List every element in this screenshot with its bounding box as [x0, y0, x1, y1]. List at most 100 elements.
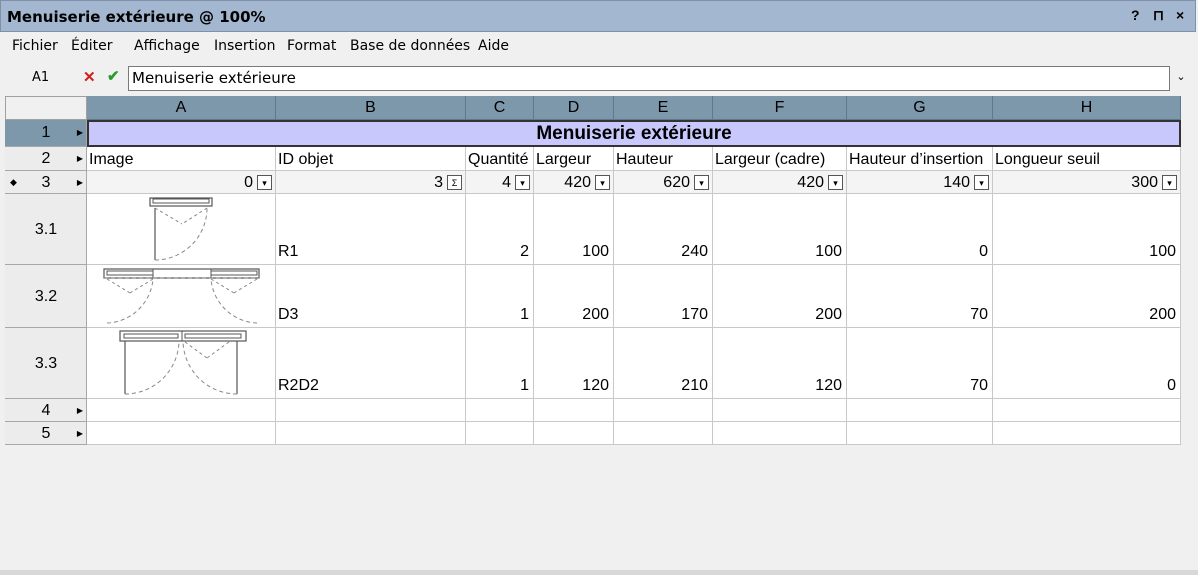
- sheet-title[interactable]: Menuiserie extérieure: [87, 120, 1181, 147]
- header-cell[interactable]: Hauteur d’insertion: [847, 147, 993, 171]
- table-cell[interactable]: 2: [466, 194, 534, 265]
- header-cell[interactable]: Image: [87, 147, 276, 171]
- row-header-5[interactable]: 5 ▶: [5, 422, 87, 445]
- table-cell[interactable]: 1: [466, 328, 534, 399]
- summary-cell[interactable]: 420 ▾: [713, 171, 847, 194]
- accept-icon[interactable]: ✔: [107, 67, 120, 85]
- table-cell[interactable]: [713, 422, 847, 445]
- table-cell[interactable]: [713, 399, 847, 422]
- menu-aide[interactable]: Aide: [478, 38, 509, 54]
- table-cell[interactable]: 200: [534, 265, 614, 328]
- table-cell[interactable]: [87, 399, 276, 422]
- summary-cell[interactable]: 620 ▾: [614, 171, 713, 194]
- header-cell[interactable]: Largeur (cadre): [713, 147, 847, 171]
- dropdown-icon[interactable]: ▾: [515, 175, 530, 190]
- header-cell[interactable]: Hauteur: [614, 147, 713, 171]
- menu-insertion[interactable]: Insertion: [214, 38, 275, 54]
- table-cell[interactable]: 120: [534, 328, 614, 399]
- table-cell[interactable]: 210: [614, 328, 713, 399]
- menu-affichage[interactable]: Affichage: [134, 38, 200, 54]
- table-cell[interactable]: [614, 399, 713, 422]
- dropdown-icon[interactable]: ▾: [1162, 175, 1177, 190]
- summary-cell[interactable]: 300 ▾: [993, 171, 1181, 194]
- row-number: 4: [41, 402, 51, 419]
- header-cell[interactable]: Largeur: [534, 147, 614, 171]
- table-cell[interactable]: R2D2: [276, 328, 466, 399]
- table-cell[interactable]: [993, 399, 1181, 422]
- table-cell[interactable]: [534, 399, 614, 422]
- table-cell[interactable]: 100: [993, 194, 1181, 265]
- height-value: 170: [681, 306, 708, 323]
- chevron-down-icon[interactable]: ⌄: [1172, 70, 1190, 88]
- table-cell[interactable]: 70: [847, 265, 993, 328]
- table-cell[interactable]: 0: [847, 194, 993, 265]
- dropdown-icon[interactable]: ▾: [595, 175, 610, 190]
- table-cell[interactable]: [847, 399, 993, 422]
- image-cell[interactable]: [87, 328, 276, 399]
- table-cell[interactable]: [276, 422, 466, 445]
- row-header-3-3[interactable]: 3.3: [5, 328, 87, 399]
- table-cell[interactable]: 170: [614, 265, 713, 328]
- table-cell[interactable]: 120: [713, 328, 847, 399]
- summary-cell[interactable]: 3Σ: [276, 171, 466, 194]
- dropdown-icon[interactable]: ▾: [828, 175, 843, 190]
- table-cell[interactable]: 70: [847, 328, 993, 399]
- table-cell[interactable]: 200: [713, 265, 847, 328]
- dropdown-icon[interactable]: ▾: [257, 175, 272, 190]
- header-cell[interactable]: Quantité: [466, 147, 534, 171]
- table-cell[interactable]: 240: [614, 194, 713, 265]
- col-header-c[interactable]: C: [466, 96, 534, 120]
- col-header-e[interactable]: E: [614, 96, 713, 120]
- table-cell[interactable]: 0: [993, 328, 1181, 399]
- menu-editer[interactable]: Éditer: [71, 38, 112, 54]
- help-button[interactable]: ?: [1131, 7, 1140, 23]
- header-cell[interactable]: ID objet: [276, 147, 466, 171]
- table-cell[interactable]: 1: [466, 265, 534, 328]
- menu-fichier[interactable]: Fichier: [12, 38, 58, 54]
- row-header-1[interactable]: 1 ▶: [5, 120, 87, 147]
- table-cell[interactable]: 100: [713, 194, 847, 265]
- formula-input[interactable]: Menuiserie extérieure: [128, 66, 1170, 91]
- dropdown-icon[interactable]: ▾: [974, 175, 989, 190]
- image-cell[interactable]: [87, 194, 276, 265]
- image-cell[interactable]: [87, 265, 276, 328]
- col-header-b[interactable]: B: [276, 96, 466, 120]
- table-cell[interactable]: [614, 422, 713, 445]
- cell-reference[interactable]: A1: [32, 70, 49, 85]
- summary-cell[interactable]: 4 ▾: [466, 171, 534, 194]
- summary-cell[interactable]: 420 ▾: [534, 171, 614, 194]
- table-cell[interactable]: D3: [276, 265, 466, 328]
- col-header-g[interactable]: G: [847, 96, 993, 120]
- close-button[interactable]: ×: [1176, 7, 1184, 23]
- col-header-a[interactable]: A: [87, 96, 276, 120]
- row-header-2[interactable]: 2 ▶: [5, 147, 87, 171]
- table-cell[interactable]: [276, 399, 466, 422]
- summary-cell[interactable]: 0 ▾: [87, 171, 276, 194]
- col-header-h[interactable]: H: [993, 96, 1181, 120]
- row-header-3-1[interactable]: 3.1: [5, 194, 87, 265]
- pin-icon[interactable]: ⊓: [1153, 7, 1164, 24]
- summary-cell[interactable]: 140 ▾: [847, 171, 993, 194]
- table-cell[interactable]: [534, 422, 614, 445]
- row-header-4[interactable]: 4 ▶: [5, 399, 87, 422]
- col-header-d[interactable]: D: [534, 96, 614, 120]
- row-header-3-2[interactable]: 3.2: [5, 265, 87, 328]
- menu-base-de-donnees[interactable]: Base de données: [350, 38, 470, 54]
- table-cell[interactable]: 100: [534, 194, 614, 265]
- row-header-3[interactable]: ◆ 3 ▶: [5, 171, 87, 194]
- col-header-f[interactable]: F: [713, 96, 847, 120]
- menu-format[interactable]: Format: [287, 38, 336, 54]
- cancel-icon[interactable]: ✕: [83, 68, 96, 86]
- table-cell[interactable]: [993, 422, 1181, 445]
- header-cell[interactable]: Longueur seuil: [993, 147, 1181, 171]
- sigma-icon[interactable]: Σ: [447, 175, 462, 190]
- select-all-corner[interactable]: [5, 96, 87, 120]
- table-cell[interactable]: R1: [276, 194, 466, 265]
- table-cell[interactable]: 200: [993, 265, 1181, 328]
- table-cell[interactable]: [847, 422, 993, 445]
- table-cell[interactable]: [466, 399, 534, 422]
- summary-value: 420: [797, 174, 824, 191]
- dropdown-icon[interactable]: ▾: [694, 175, 709, 190]
- table-cell[interactable]: [466, 422, 534, 445]
- table-cell[interactable]: [87, 422, 276, 445]
